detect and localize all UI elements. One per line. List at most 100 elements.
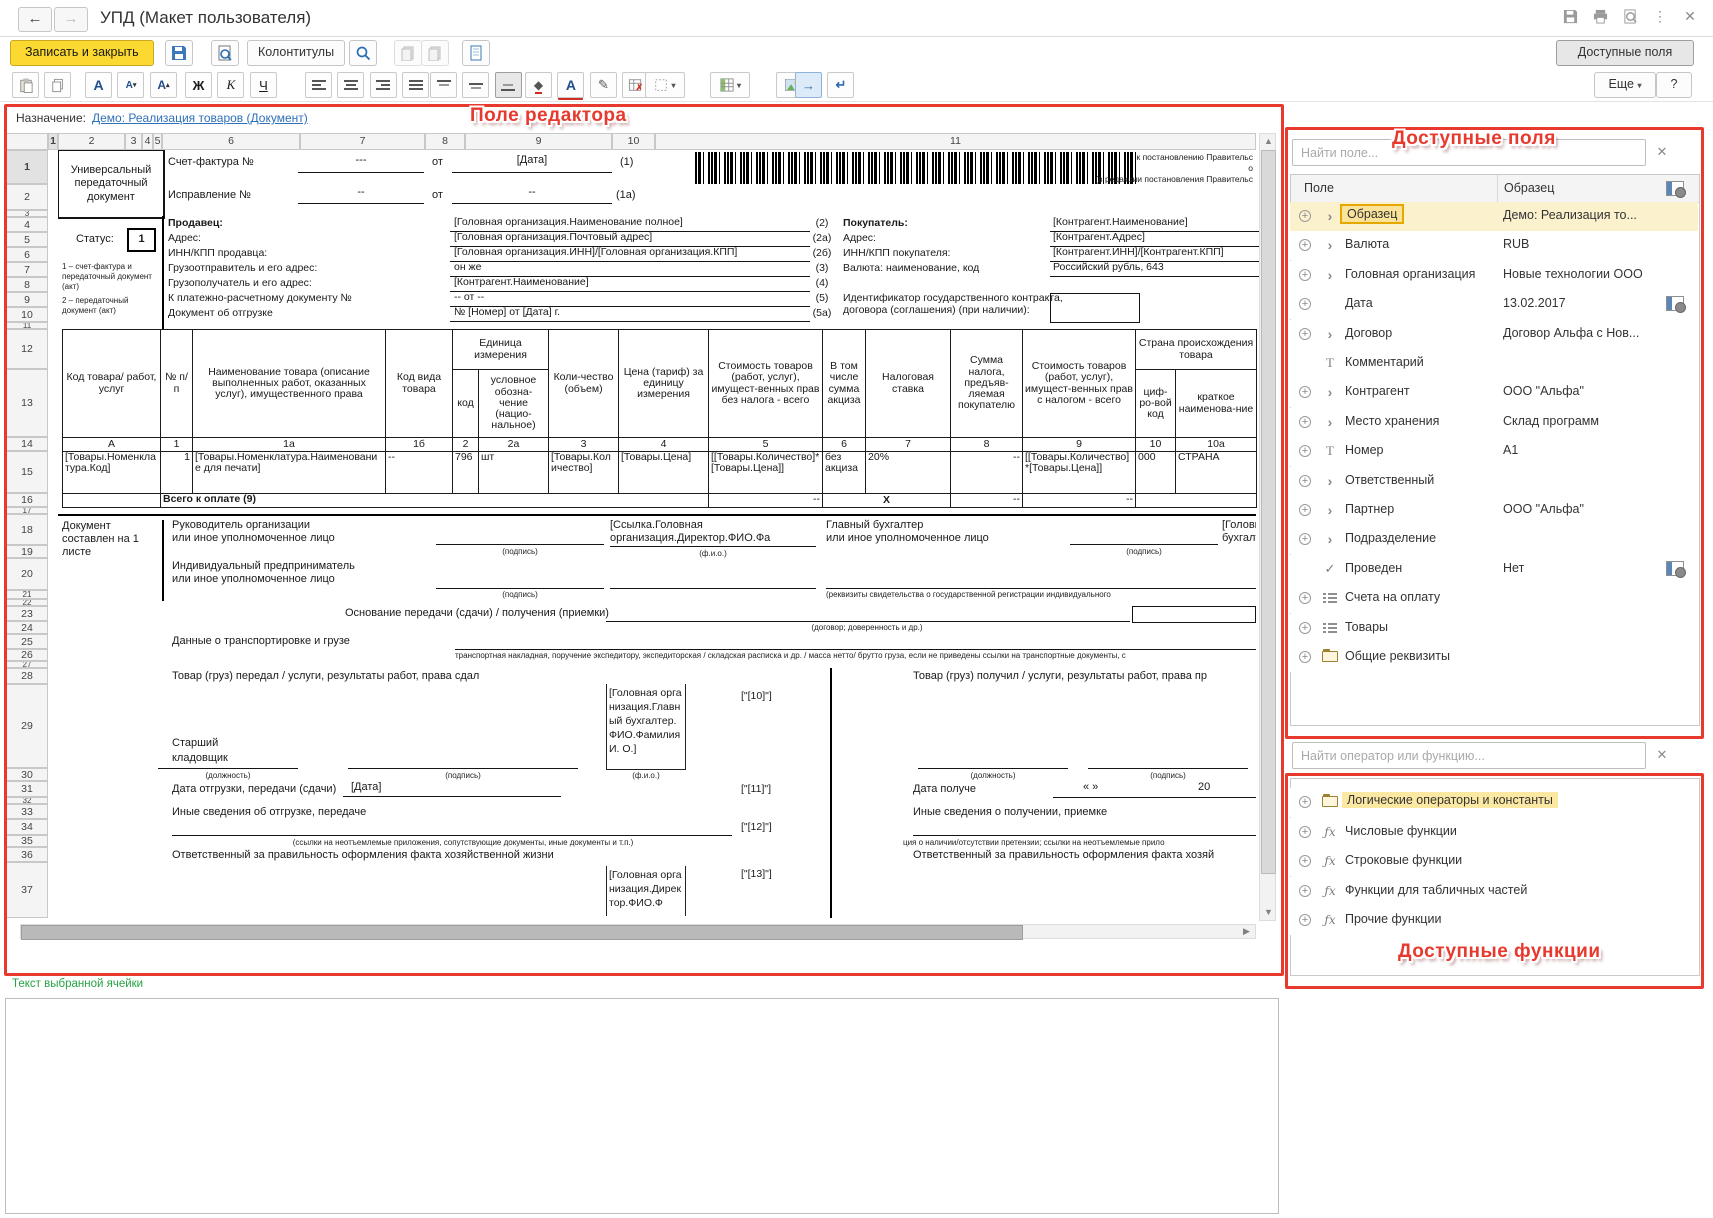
- table-settings-icon[interactable]: [1666, 181, 1684, 196]
- row-header[interactable]: 4: [6, 217, 48, 232]
- back-button[interactable]: ←: [18, 7, 52, 32]
- preview-icon[interactable]: [1621, 7, 1639, 25]
- head-fio-cell[interactable]: [Ссылка.Головная организация.Директор.ФИ…: [610, 519, 816, 547]
- text-wrap-icon[interactable]: ↵: [827, 72, 854, 98]
- print-preview-button[interactable]: [211, 40, 239, 66]
- plus-icon[interactable]: +: [1299, 328, 1311, 340]
- row-header[interactable]: 10: [6, 307, 48, 322]
- italic-button[interactable]: К: [217, 72, 244, 98]
- row-header[interactable]: 14: [6, 437, 48, 451]
- seller-value-cell[interactable]: он же: [450, 261, 810, 277]
- row-header[interactable]: 21: [6, 590, 48, 599]
- forward-button[interactable]: →: [54, 7, 88, 32]
- align-justify-icon[interactable]: [402, 72, 429, 98]
- ship-date-cell[interactable]: [Дата]: [343, 781, 561, 797]
- plus-icon[interactable]: +: [1299, 298, 1311, 310]
- director-fio-cell[interactable]: [Головная организация.Директор.ФИО.Ф: [606, 866, 686, 916]
- row-header[interactable]: 9: [6, 292, 48, 307]
- row-header[interactable]: 11: [6, 322, 48, 329]
- column-header[interactable]: 1: [48, 133, 58, 150]
- row-header[interactable]: 12: [6, 329, 48, 369]
- row-header[interactable]: 24: [6, 621, 48, 634]
- seller-value-cell[interactable]: № [Номер] от [Дата] г.: [450, 306, 810, 322]
- plus-icon[interactable]: +: [1299, 914, 1311, 926]
- row-settings-icon[interactable]: [1666, 561, 1684, 576]
- invoice-number-cell[interactable]: ---: [298, 154, 424, 173]
- field-row[interactable]: +›ВалютаRUB: [1290, 231, 1698, 260]
- close-icon[interactable]: ✕: [1681, 7, 1699, 25]
- grid-corner[interactable]: [6, 133, 48, 150]
- basis-cell[interactable]: [1132, 606, 1256, 623]
- row-header[interactable]: 7: [6, 262, 48, 277]
- field-row[interactable]: ✓ПроведенНет: [1290, 555, 1698, 584]
- save-and-close-button[interactable]: Записать и закрыть: [10, 40, 154, 66]
- column-header[interactable]: 7: [300, 133, 425, 150]
- correction-number-cell[interactable]: --: [298, 186, 424, 204]
- marker-12[interactable]: ["[12]"]: [741, 821, 772, 833]
- field-row[interactable]: +›ПартнерООО "Альфа": [1290, 496, 1698, 525]
- row-settings-icon[interactable]: [1666, 296, 1684, 311]
- font-color-icon[interactable]: А: [557, 72, 584, 98]
- bold-button[interactable]: Ж: [185, 72, 212, 98]
- row-header[interactable]: 6: [6, 247, 48, 262]
- row-header[interactable]: 32: [6, 797, 48, 804]
- more-button[interactable]: Еще ▾: [1594, 72, 1656, 98]
- row-header[interactable]: 19: [6, 545, 48, 558]
- plus-icon[interactable]: +: [1299, 386, 1311, 398]
- seller-value-cell[interactable]: [Головная организация.Почтовый адрес]: [450, 231, 810, 247]
- row-header[interactable]: 23: [6, 606, 48, 621]
- invoice-label[interactable]: Счет-фактура №: [168, 156, 254, 169]
- menu-kebab-icon[interactable]: ⋮: [1651, 7, 1669, 25]
- status-value-cell[interactable]: 1: [127, 228, 156, 252]
- plus-icon[interactable]: +: [1299, 592, 1311, 604]
- scroll-down-icon[interactable]: ▼: [1264, 908, 1273, 917]
- font-button[interactable]: А: [85, 72, 112, 98]
- column-header[interactable]: 5: [153, 133, 162, 150]
- row-header[interactable]: 13: [6, 369, 48, 437]
- row-header[interactable]: 27: [6, 661, 48, 668]
- plus-icon[interactable]: +: [1299, 239, 1311, 251]
- save-icon[interactable]: [1561, 7, 1579, 25]
- function-search-input[interactable]: [1292, 742, 1646, 769]
- plus-icon[interactable]: +: [1299, 475, 1311, 487]
- headers-footers-button[interactable]: Колонтитулы: [247, 40, 345, 66]
- marker-10[interactable]: ["[10]"]: [741, 690, 772, 702]
- seller-value-cell[interactable]: [Головная организация.ИНН]/[Головная орг…: [450, 246, 810, 262]
- row-header[interactable]: 18: [6, 514, 48, 545]
- align-left-icon[interactable]: [305, 72, 332, 98]
- plus-icon[interactable]: +: [1299, 210, 1311, 222]
- fill-color-icon[interactable]: ◆: [525, 72, 552, 98]
- chief-fio-cell[interactable]: [Головная орган бухгалтер.ФИО.: [1222, 519, 1256, 545]
- row-header[interactable]: 2: [6, 184, 48, 210]
- field-row[interactable]: +›Место храненияСклад программ: [1290, 408, 1698, 437]
- function-row[interactable]: +Логические операторы и константы: [1290, 788, 1698, 817]
- copy-move-left-icon[interactable]: [394, 40, 422, 66]
- row-header[interactable]: 20: [6, 558, 48, 590]
- goods-table[interactable]: Код товара/ работ, услуг № п/п Наименова…: [62, 329, 1257, 508]
- plus-icon[interactable]: +: [1299, 826, 1311, 838]
- function-row[interactable]: +ƒxСтроковые функции: [1290, 847, 1698, 876]
- row-header[interactable]: 1: [6, 150, 48, 184]
- paste-icon[interactable]: [12, 72, 39, 98]
- copy-move-right-icon[interactable]: [421, 40, 449, 66]
- row-header[interactable]: 29: [6, 684, 48, 768]
- column-field-label[interactable]: Поле: [1304, 181, 1334, 195]
- basis-label[interactable]: Основание передачи (сдачи) / получения (…: [345, 607, 609, 620]
- plus-icon[interactable]: +: [1299, 885, 1311, 897]
- field-row[interactable]: +Дата13.02.2017: [1290, 290, 1698, 319]
- plus-icon[interactable]: +: [1299, 796, 1311, 808]
- row-header[interactable]: 34: [6, 819, 48, 835]
- row-header[interactable]: 15: [6, 451, 48, 493]
- column-header[interactable]: 8: [425, 133, 465, 150]
- buyer-value-cell[interactable]: [Контрагент.Адрес]: [1050, 231, 1259, 247]
- row-header[interactable]: 5: [6, 232, 48, 247]
- column-header[interactable]: 3: [125, 133, 142, 150]
- row-header[interactable]: 17: [6, 507, 48, 514]
- field-row[interactable]: +TНомерА1: [1290, 437, 1698, 466]
- text-orientation-icon[interactable]: →: [795, 72, 822, 98]
- plus-icon[interactable]: +: [1299, 445, 1311, 457]
- print-icon[interactable]: [1591, 7, 1609, 25]
- function-row[interactable]: +ƒxПрочие функции: [1290, 906, 1698, 935]
- invoice-date-cell[interactable]: [Дата]: [452, 154, 612, 173]
- align-right-icon[interactable]: [370, 72, 397, 98]
